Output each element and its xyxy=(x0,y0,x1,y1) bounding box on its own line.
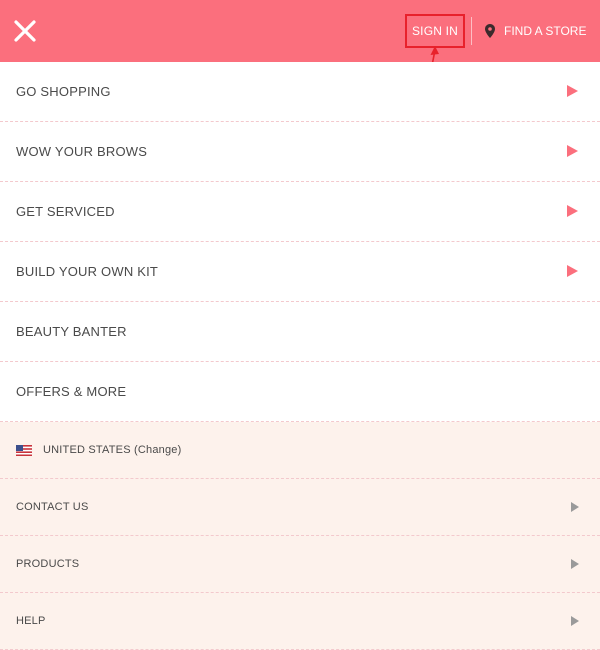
footer-link-label: HELP xyxy=(16,615,46,627)
us-flag-icon xyxy=(16,444,32,456)
location-pin-icon xyxy=(485,24,495,38)
sign-in-button[interactable]: SIGN IN xyxy=(405,14,465,48)
country-selector[interactable]: UNITED STATES (Change) xyxy=(0,422,600,479)
footer-link-contact-us[interactable]: CONTACT US xyxy=(0,479,600,536)
caret-right-icon xyxy=(567,205,578,217)
caret-right-icon xyxy=(571,559,579,569)
caret-right-icon xyxy=(567,145,578,157)
menu-item-wow-your-brows[interactable]: WOW YOUR BROWS xyxy=(0,122,600,182)
footer-link-products[interactable]: PRODUCTS xyxy=(0,536,600,593)
country-label: UNITED STATES (Change) xyxy=(43,444,182,456)
menu-item-label: WOW YOUR BROWS xyxy=(16,144,148,159)
find-a-store-label: FIND A STORE xyxy=(504,24,587,38)
close-button[interactable] xyxy=(13,19,37,43)
menu-item-go-shopping[interactable]: GO SHOPPING xyxy=(0,62,600,122)
menu-item-label: BUILD YOUR OWN KIT xyxy=(16,264,159,279)
footer-link-help[interactable]: HELP xyxy=(0,593,600,650)
menu-item-offers-and-more[interactable]: OFFERS & MORE xyxy=(0,362,600,422)
footer-link-label: CONTACT US xyxy=(16,501,89,513)
menu-item-build-your-own-kit[interactable]: BUILD YOUR OWN KIT xyxy=(0,242,600,302)
header-divider xyxy=(471,17,472,45)
top-bar: SIGN IN FIND A STORE xyxy=(0,0,600,62)
menu-item-label: GET SERVICED xyxy=(16,204,115,219)
sign-in-label: SIGN IN xyxy=(411,24,459,38)
find-a-store-link[interactable]: FIND A STORE xyxy=(485,22,586,40)
close-icon xyxy=(14,20,36,42)
menu-item-label: GO SHOPPING xyxy=(16,84,111,99)
menu-item-label: OFFERS & MORE xyxy=(16,384,127,399)
caret-right-icon xyxy=(571,502,579,512)
menu-item-get-serviced[interactable]: GET SERVICED xyxy=(0,182,600,242)
menu-item-label: BEAUTY BANTER xyxy=(16,324,127,339)
footer-link-label: PRODUCTS xyxy=(16,558,80,570)
menu-item-beauty-banter[interactable]: BEAUTY BANTER xyxy=(0,302,600,362)
caret-right-icon xyxy=(567,265,578,277)
caret-right-icon xyxy=(571,616,579,626)
caret-right-icon xyxy=(567,85,578,97)
